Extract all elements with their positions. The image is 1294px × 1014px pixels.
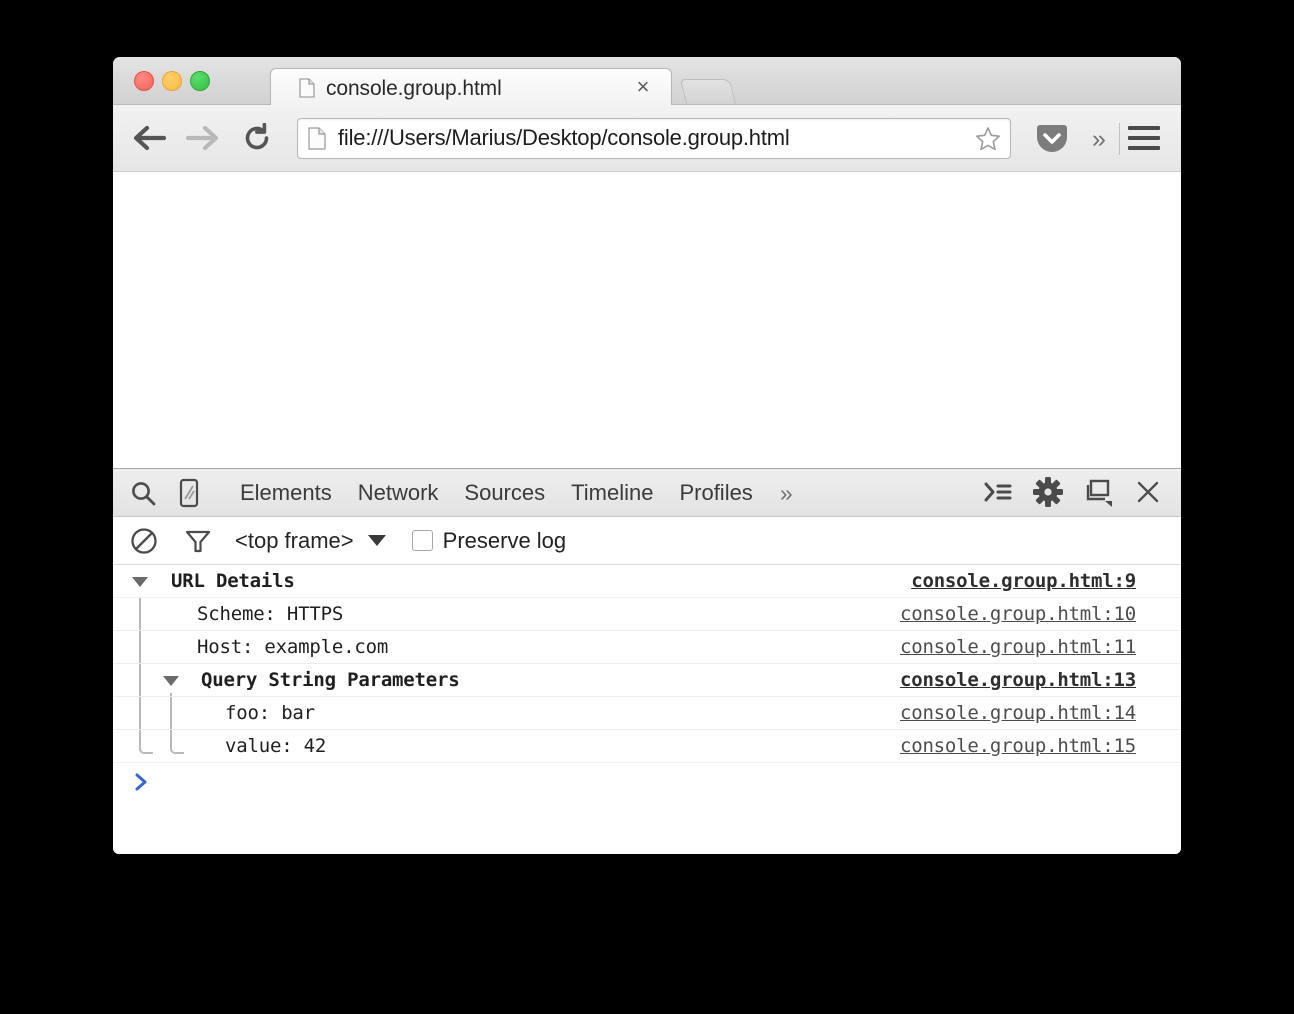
console-message-text: URL Details [171,570,295,592]
toolbar-divider [1119,123,1120,155]
devtools-panel: Elements Network Sources Timeline Profil… [113,468,1181,854]
console-message-row[interactable]: Host: example.com console.group.html:11 [113,631,1181,664]
back-icon[interactable] [129,117,171,159]
console-filter-bar: <top frame> Preserve log [113,517,1181,565]
tab-timeline[interactable]: Timeline [558,470,666,516]
window-zoom-button[interactable] [190,71,210,91]
console-source-link[interactable]: console.group.html:10 [900,603,1136,625]
tab-network[interactable]: Network [345,470,452,516]
browser-window: console.group.html × [113,57,1181,854]
tab-close-icon[interactable]: × [632,76,654,98]
console-message-text: Scheme: HTTPS [197,603,343,625]
url-document-icon [308,127,326,150]
toggle-drawer-icon[interactable] [973,469,1023,515]
devtools-toolbar: Elements Network Sources Timeline Profil… [113,469,1181,517]
console-message-text: foo: bar [225,702,315,724]
execution-context-label: <top frame> [235,528,354,554]
hamburger-line [1128,146,1160,150]
console-message-text: Host: example.com [197,636,388,658]
page-content-viewport [113,172,1181,468]
page-document-icon [299,78,315,98]
toolbar-overflow-icon[interactable]: » [1085,124,1113,154]
clear-console-icon[interactable] [121,518,167,564]
prompt-chevron-icon [134,772,148,796]
console-source-link[interactable]: console.group.html:11 [900,636,1136,658]
hamburger-line [1128,136,1160,140]
url-address-bar[interactable]: file:///Users/Marius/Desktop/console.gro… [297,118,1011,159]
hamburger-line [1128,126,1160,130]
console-source-link[interactable]: console.group.html:15 [900,735,1136,757]
gear-icon[interactable] [1023,469,1073,515]
console-source-link[interactable]: console.group.html:13 [900,669,1136,691]
console-group-row[interactable]: URL Details console.group.html:9 [113,565,1181,598]
preserve-log-toggle[interactable]: Preserve log [412,528,567,554]
forward-icon[interactable] [181,117,223,159]
preserve-log-label: Preserve log [443,528,567,554]
console-source-link[interactable]: console.group.html:14 [900,702,1136,724]
device-toolbar-icon[interactable] [167,470,211,516]
chevron-down-icon [368,535,386,546]
devtools-tabs-overflow-icon[interactable]: » [766,470,807,516]
filter-icon[interactable] [175,518,221,564]
console-message-row[interactable]: Scheme: HTTPS console.group.html:10 [113,598,1181,631]
console-message-list: URL Details console.group.html:9 Scheme:… [113,565,1181,763]
browser-tab-title: console.group.html [326,77,502,101]
devtools-close-icon[interactable] [1123,469,1173,515]
new-tab-button[interactable] [680,79,736,104]
tab-profiles[interactable]: Profiles [666,470,765,516]
tab-strip: console.group.html × [113,57,1181,105]
disclosure-triangle-expanded-icon[interactable] [132,577,148,587]
devtools-toolbar-actions [973,469,1173,515]
pocket-icon[interactable] [1035,124,1069,156]
reload-icon[interactable] [236,117,278,159]
search-icon[interactable] [121,470,165,516]
browser-navigation-bar: file:///Users/Marius/Desktop/console.gro… [113,105,1181,172]
window-close-button[interactable] [134,71,154,91]
bookmark-star-icon[interactable] [975,126,1001,152]
console-group-row[interactable]: Query String Parameters console.group.ht… [113,664,1181,697]
hamburger-menu-icon[interactable] [1128,123,1166,155]
console-prompt[interactable] [113,763,1181,805]
preserve-log-checkbox[interactable] [412,530,433,551]
url-text: file:///Users/Marius/Desktop/console.gro… [338,125,790,151]
console-source-link[interactable]: console.group.html:9 [911,570,1136,592]
console-message-text: value: 42 [225,735,326,757]
console-message-text: Query String Parameters [201,669,460,691]
console-prompt-input[interactable] [148,763,1181,805]
execution-context-selector[interactable]: <top frame> [235,528,386,554]
browser-tab[interactable]: console.group.html × [270,68,672,105]
devtools-tab-list: Elements Network Sources Timeline Profil… [227,470,807,516]
console-message-row[interactable]: foo: bar console.group.html:14 [113,697,1181,730]
console-message-row[interactable]: value: 42 console.group.html:15 [113,730,1181,763]
window-traffic-lights [134,71,210,91]
disclosure-triangle-expanded-icon[interactable] [163,676,179,686]
dock-position-icon[interactable] [1073,469,1123,515]
tab-elements[interactable]: Elements [227,470,345,516]
tab-sources[interactable]: Sources [451,470,558,516]
window-minimize-button[interactable] [162,71,182,91]
